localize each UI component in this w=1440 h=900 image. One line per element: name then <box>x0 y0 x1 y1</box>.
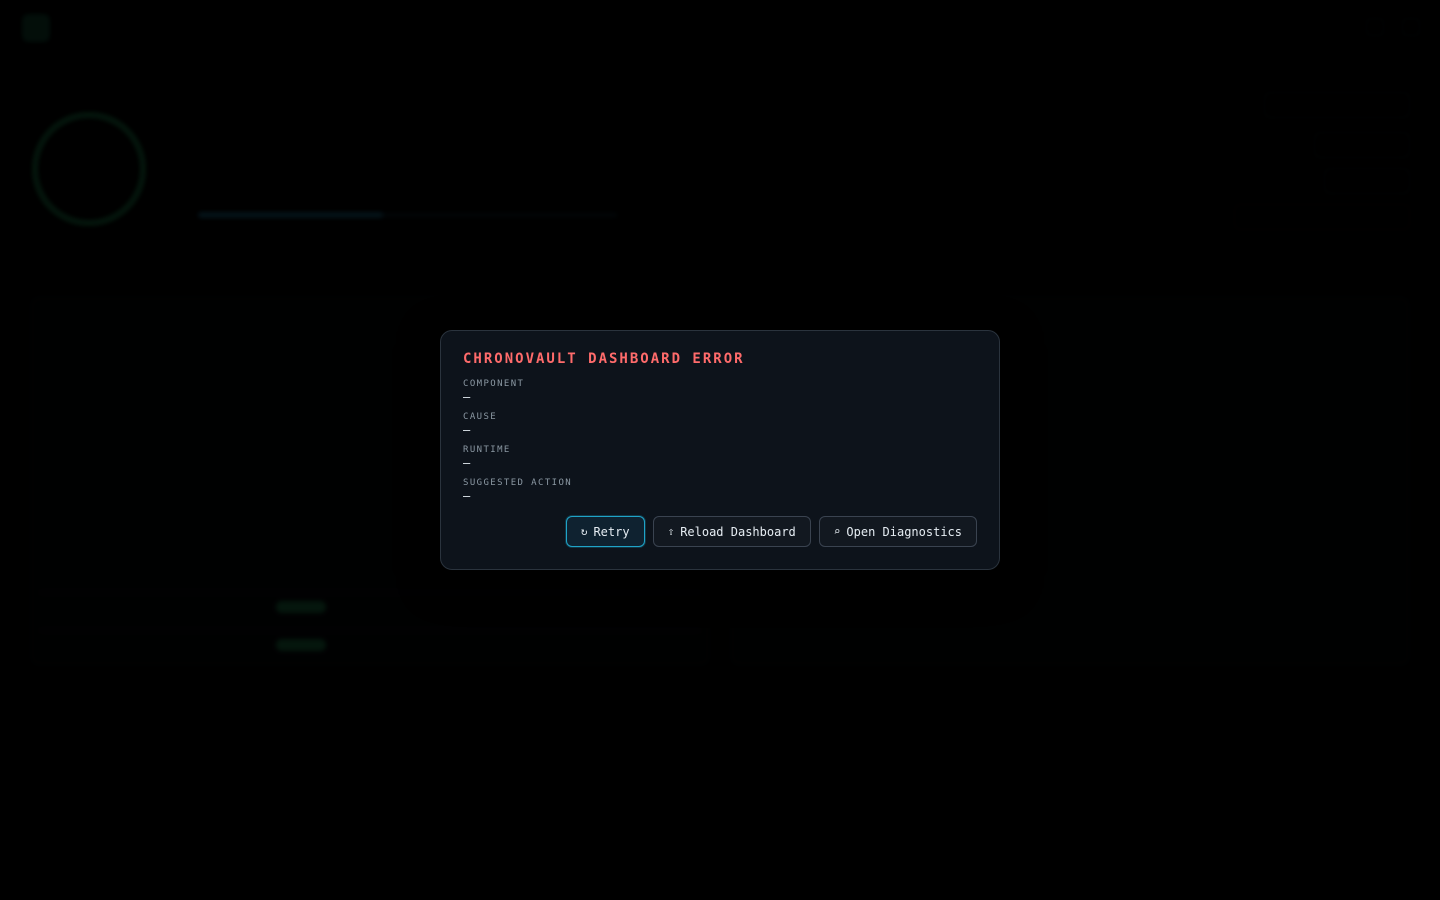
retry-button[interactable]: ↻ Retry <box>565 516 645 547</box>
reload-icon: ⇧ <box>667 525 675 538</box>
error-dialog: CHRONOVAULT DASHBOARD ERROR COMPONENT — … <box>440 330 1000 570</box>
cause-value: — <box>463 423 471 437</box>
component-field: COMPONENT — <box>463 379 977 404</box>
error-title: CHRONOVAULT DASHBOARD ERROR <box>463 351 745 367</box>
runtime-value: — <box>463 456 471 470</box>
diagnostics-label: Open Diagnostics <box>846 524 962 539</box>
suggested-action-label: SUGGESTED ACTION <box>463 478 573 488</box>
dialog-actions: ↻ Retry ⇧ Reload Dashboard ⌕ Open Diagno… <box>565 516 977 547</box>
cause-label: CAUSE <box>463 412 498 422</box>
suggested-action-field: SUGGESTED ACTION — <box>463 478 977 503</box>
runtime-field: RUNTIME — <box>463 445 977 470</box>
retry-icon: ↻ <box>580 525 588 538</box>
cause-field: CAUSE — <box>463 412 977 437</box>
component-value: — <box>463 390 471 404</box>
retry-label: Retry <box>593 524 630 539</box>
component-label: COMPONENT <box>463 379 525 389</box>
reload-dashboard-button[interactable]: ⇧ Reload Dashboard <box>652 516 811 547</box>
reload-label: Reload Dashboard <box>680 524 796 539</box>
suggested-action-value: — <box>463 489 471 503</box>
runtime-label: RUNTIME <box>463 445 511 455</box>
open-diagnostics-button[interactable]: ⌕ Open Diagnostics <box>818 516 977 547</box>
diagnostics-icon: ⌕ <box>833 525 841 538</box>
